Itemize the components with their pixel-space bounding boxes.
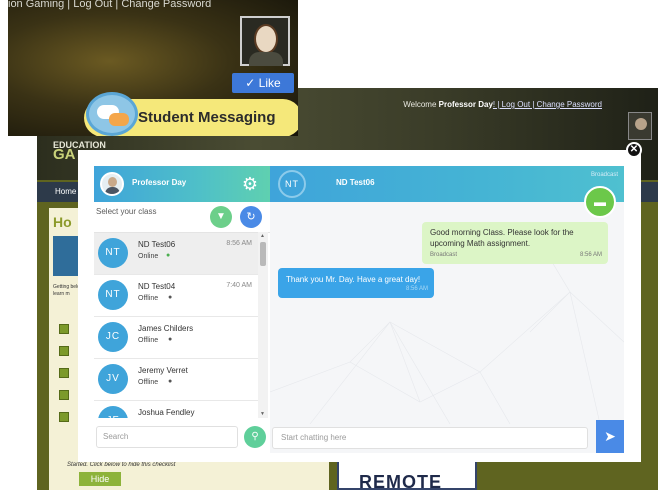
filter-icon[interactable]: ▼ xyxy=(210,206,232,228)
scroll-thumb[interactable] xyxy=(260,242,266,266)
message-tag: Broadcast xyxy=(430,252,458,258)
contact-item[interactable]: JV Jeremy Verret Offline ● xyxy=(94,359,258,401)
zoom-inset: ion Gaming | Log Out | Change Password ✓… xyxy=(8,0,298,136)
chat-modal: Professor Day ⚙ Select your class ▼ ↻ NT… xyxy=(78,150,641,462)
contact-list-scrollbar[interactable]: ▲ ▼ xyxy=(258,232,268,418)
student-messaging-label: Student Messaging xyxy=(138,109,276,126)
hide-button[interactable]: Hide xyxy=(79,472,121,486)
like-button[interactable]: ✓ Like xyxy=(232,73,294,93)
select-class-label: Select your class xyxy=(96,207,157,216)
contact-item[interactable]: JC James Childers Offline ● xyxy=(94,317,258,359)
footer-text: Started. Click below to hide this checkl… xyxy=(67,462,176,468)
contact-name: Jeremy Verret xyxy=(138,366,188,375)
welcome-links[interactable]: ! | Log Out | Change Password xyxy=(493,100,602,109)
contact-avatar: JC xyxy=(98,322,128,352)
message-time: 8:56 AM xyxy=(579,252,602,258)
contact-name: Joshua Fendley xyxy=(138,408,195,417)
chat-input[interactable]: Start chatting here xyxy=(272,427,588,449)
contact-name: ND Test06 xyxy=(138,240,176,249)
message-text: Good morning Class. Please look for the … xyxy=(430,228,574,248)
contact-avatar: NT xyxy=(98,280,128,310)
conversation-name: ND Test06 xyxy=(336,178,375,187)
checklist-checkbox[interactable] xyxy=(59,412,69,422)
scroll-down-icon[interactable]: ▼ xyxy=(260,411,265,417)
welcome-text: Welcome Professor Day! | Log Out | Chang… xyxy=(403,100,602,109)
contact-avatar: NT xyxy=(98,238,128,268)
contact-avatar: JF xyxy=(98,406,128,418)
contact-name: James Childers xyxy=(138,324,194,333)
contact-avatar: JV xyxy=(98,364,128,394)
screenshot-root: Welcome Professor Day! | Log Out | Chang… xyxy=(0,0,658,490)
site-heading: Ho xyxy=(53,214,72,230)
welcome-name: Professor Day xyxy=(438,100,493,109)
search-icon[interactable]: ⚲ xyxy=(244,426,266,448)
contact-time: 7:40 AM xyxy=(226,282,252,289)
incoming-message: Thank you Mr. Day. Have a great day! 8:5… xyxy=(278,268,434,298)
checklist-checkbox[interactable] xyxy=(59,324,69,334)
checklist-checkbox[interactable] xyxy=(59,368,69,378)
zoom-avatar xyxy=(240,16,290,66)
site-avatar xyxy=(628,112,652,140)
online-dot-icon: ● xyxy=(166,252,171,259)
message-icon[interactable]: ▬ xyxy=(584,186,616,218)
conversation-panel: NT ND Test06 Broadcast ▬ Good morning Cl… xyxy=(270,166,624,453)
search-input[interactable]: Search xyxy=(96,426,238,448)
message-time: 8:56 AM xyxy=(405,286,428,292)
offline-dot-icon: ● xyxy=(168,336,173,343)
contact-status: Online xyxy=(138,253,159,260)
refresh-icon[interactable]: ↻ xyxy=(240,206,262,228)
contact-status: Offline xyxy=(138,295,159,302)
contact-item[interactable]: NT ND Test04 Offline ● 7:40 AM xyxy=(94,275,258,317)
user-name: Professor Day xyxy=(132,178,187,187)
contact-list: NT ND Test06 Online ● 8:56 AM NT ND Test… xyxy=(94,232,270,418)
user-avatar xyxy=(100,172,124,196)
gear-icon[interactable]: ⚙ xyxy=(240,174,260,194)
conversation-header: NT ND Test06 Broadcast xyxy=(270,166,624,202)
contacts-panel: Professor Day ⚙ Select your class ▼ ↻ NT… xyxy=(94,166,270,453)
conversation-avatar: NT xyxy=(278,170,306,198)
contact-item[interactable]: NT ND Test06 Online ● 8:56 AM xyxy=(94,233,258,275)
contact-status: Offline xyxy=(138,337,159,344)
contact-status: Offline xyxy=(138,379,159,386)
offline-dot-icon: ● xyxy=(168,294,173,301)
broadcast-label: Broadcast xyxy=(590,172,618,178)
checklist-checkbox[interactable] xyxy=(59,346,69,356)
zoom-top-links: ion Gaming | Log Out | Change Password xyxy=(8,0,212,10)
contact-name: ND Test04 xyxy=(138,282,176,291)
checklist-checkbox[interactable] xyxy=(59,390,69,400)
outgoing-message: Good morning Class. Please look for the … xyxy=(422,222,608,264)
contact-time: 8:56 AM xyxy=(226,240,252,247)
close-icon[interactable]: ✕ xyxy=(626,142,642,158)
remote-logo: REMOTE xyxy=(337,460,477,490)
site-footer: Started. Click below to hide this checkl… xyxy=(49,460,329,490)
send-icon[interactable]: ➤ xyxy=(596,420,624,453)
nav-home-link[interactable]: Home xyxy=(55,187,76,196)
offline-dot-icon: ● xyxy=(168,378,173,385)
contact-item[interactable]: JF Joshua Fendley xyxy=(94,401,258,418)
contacts-header: Professor Day ⚙ xyxy=(94,166,270,202)
chat-bubbles-icon xyxy=(86,92,138,136)
scroll-up-icon[interactable]: ▲ xyxy=(260,233,265,239)
